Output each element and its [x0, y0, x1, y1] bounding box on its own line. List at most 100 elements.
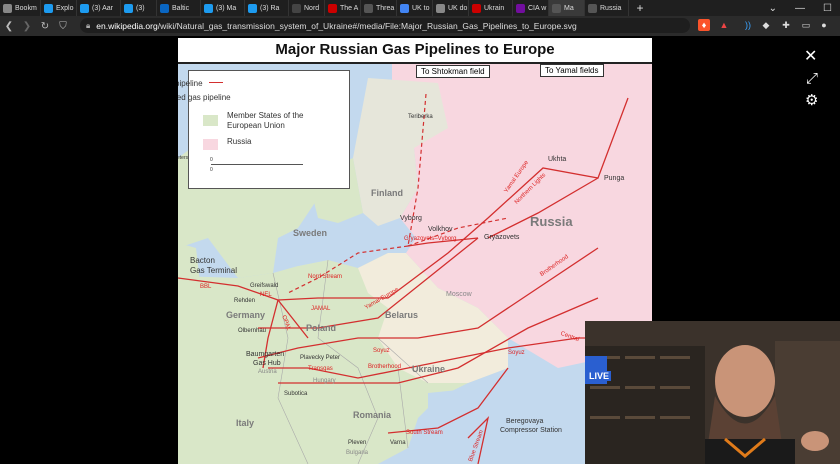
maximize-icon[interactable]: ☐ — [823, 3, 832, 14]
extension-sound-icon[interactable]: )) — [742, 19, 754, 31]
city-greifswald: Greifswald — [250, 283, 279, 289]
label-finland: Finland — [371, 188, 403, 198]
chevron-down-icon[interactable]: ⌄ — [769, 3, 777, 14]
tab-label: Ma — [564, 4, 574, 12]
pipe-nel: NEL — [260, 292, 272, 298]
tab[interactable]: UK to — [397, 0, 433, 16]
scale-zero: 0 — [210, 157, 213, 163]
tab[interactable]: (3) — [121, 0, 157, 16]
city-olbernhau: Olbernhau — [238, 328, 267, 334]
pipe-soyuz-2: Soyuz — [508, 350, 525, 356]
city-volkhov: Volkhov — [428, 226, 453, 233]
pipeline-map: Major Russian Gas Pipelines to Europe To… — [178, 38, 652, 464]
profile-icon[interactable]: ● — [818, 19, 830, 31]
tab-favicon-icon — [328, 3, 337, 13]
bookmark-icon[interactable]: ⛉ — [54, 21, 72, 32]
tab-favicon-icon — [436, 3, 445, 13]
tab-favicon-icon — [248, 3, 257, 13]
legend-russia: Russia — [227, 137, 252, 146]
city-pleven: Pleven — [348, 440, 367, 446]
wallet-icon[interactable]: ▭ — [800, 19, 812, 31]
tab-favicon-icon — [44, 3, 53, 13]
shtokman-label: To Shtokman field — [416, 65, 490, 78]
webcam-scene — [585, 321, 840, 464]
close-icon[interactable]: ✕ — [804, 46, 817, 66]
url-field[interactable]: 🔒︎ en.wikipedia.org/wiki/Natural_gas_tra… — [80, 18, 690, 33]
lock-icon[interactable]: 🔒︎ — [86, 21, 90, 31]
city-vyborg: Vyborg — [400, 215, 422, 222]
tab-favicon-icon — [3, 3, 12, 13]
tab[interactable]: (3) Ra — [245, 0, 289, 16]
forward-icon[interactable]: ❯ — [18, 21, 36, 32]
tab-label: The A — [340, 4, 359, 12]
tab[interactable]: Threa — [361, 0, 397, 16]
extension-cat-icon[interactable]: ◆ — [760, 19, 772, 31]
tab-favicon-icon — [292, 3, 301, 13]
label-romania: Romania — [353, 410, 392, 420]
city-beregovaya: Beregovaya — [506, 418, 544, 425]
tab-label: (3) Ra — [260, 4, 280, 12]
brave-shield-icon[interactable]: ♦ — [698, 19, 710, 31]
tab[interactable]: Ma — [549, 0, 585, 16]
pipe-transgas: Transgas — [308, 366, 333, 372]
live-sign: LIVE — [587, 371, 612, 381]
tab-favicon-icon — [80, 3, 89, 13]
minimize-icon[interactable]: — — [795, 3, 805, 14]
label-sweden: Sweden — [293, 228, 328, 238]
legend-pipeline-swatch — [209, 82, 223, 83]
legend-eu: Member States of the European Union — [227, 111, 304, 130]
tab-label: UK to — [412, 4, 430, 12]
back-icon[interactable]: ❮ — [0, 21, 18, 32]
tab[interactable]: UK do — [433, 0, 469, 16]
scale-zero-2: 0 — [210, 167, 213, 173]
expand-icon[interactable]: ⤢ — [806, 70, 818, 87]
label-germany: Germany — [226, 310, 266, 320]
address-bar: ❮ ❯ ↻ ⛉ 🔒︎ en.wikipedia.org/wiki/Natural… — [0, 16, 840, 36]
tab[interactable]: CIA w — [513, 0, 549, 16]
pipe-gryazovets-vyborg: Gryazovets–Vyborg — [404, 236, 457, 242]
tab[interactable]: Ukrain — [469, 0, 513, 16]
map-legend: pipeline ied gas pipeline Member States … — [178, 70, 350, 189]
label-hungary: Hungary — [313, 378, 336, 384]
settings-icon[interactable]: ⚙ — [805, 91, 818, 109]
label-russia: Russia — [530, 214, 573, 229]
tab-label: Ukrain — [484, 4, 505, 12]
tab[interactable]: Bookm — [0, 0, 41, 16]
tab-label: (3) Ma — [216, 4, 237, 12]
scale-bar — [211, 164, 303, 165]
city-varna: Varna — [390, 440, 406, 446]
tab-label: Bookm — [15, 4, 37, 12]
tab[interactable]: (3) Aar — [77, 0, 121, 16]
tab[interactable]: Nord — [289, 0, 325, 16]
city-subotica: Subotica — [284, 391, 308, 397]
tab[interactable]: (3) Ma — [201, 0, 245, 16]
brave-rewards-icon[interactable]: ▲ — [718, 19, 730, 31]
map-title-bar: Major Russian Gas Pipelines to Europe — [178, 38, 652, 64]
city-bacton: Bacton — [190, 256, 215, 265]
city-rehden: Rehden — [234, 298, 256, 304]
legend-eu-swatch — [203, 115, 218, 126]
scale-unit: eters — [178, 155, 189, 161]
city-beregovaya-2: Compressor Station — [500, 427, 562, 434]
tab-label: Threa — [376, 4, 395, 12]
legend-planned: ied gas pipeline — [178, 93, 231, 102]
tab-label: Nord — [304, 4, 320, 12]
reload-icon[interactable]: ↻ — [36, 21, 54, 32]
tab-label: Explo — [56, 4, 74, 12]
legend-pipeline: pipeline — [178, 79, 203, 88]
tab-label: (3) Aar — [92, 4, 114, 12]
tab[interactable]: The A — [325, 0, 361, 16]
pipe-jamal: JAMAL — [311, 306, 331, 312]
label-poland: Poland — [306, 323, 337, 333]
tab-favicon-icon — [160, 3, 169, 13]
tab-label: UK do — [448, 4, 468, 12]
tab[interactable]: Russia — [585, 0, 629, 16]
tab-favicon-icon — [204, 3, 213, 13]
tab-label: (3) — [136, 4, 145, 12]
label-bulgaria: Bulgaria — [346, 450, 369, 456]
extensions-icon[interactable]: ✚ — [780, 19, 792, 31]
new-tab-button[interactable]: + — [629, 1, 651, 15]
tab[interactable]: Explo — [41, 0, 77, 16]
tab[interactable]: Baltic — [157, 0, 201, 16]
label-italy: Italy — [236, 418, 255, 428]
